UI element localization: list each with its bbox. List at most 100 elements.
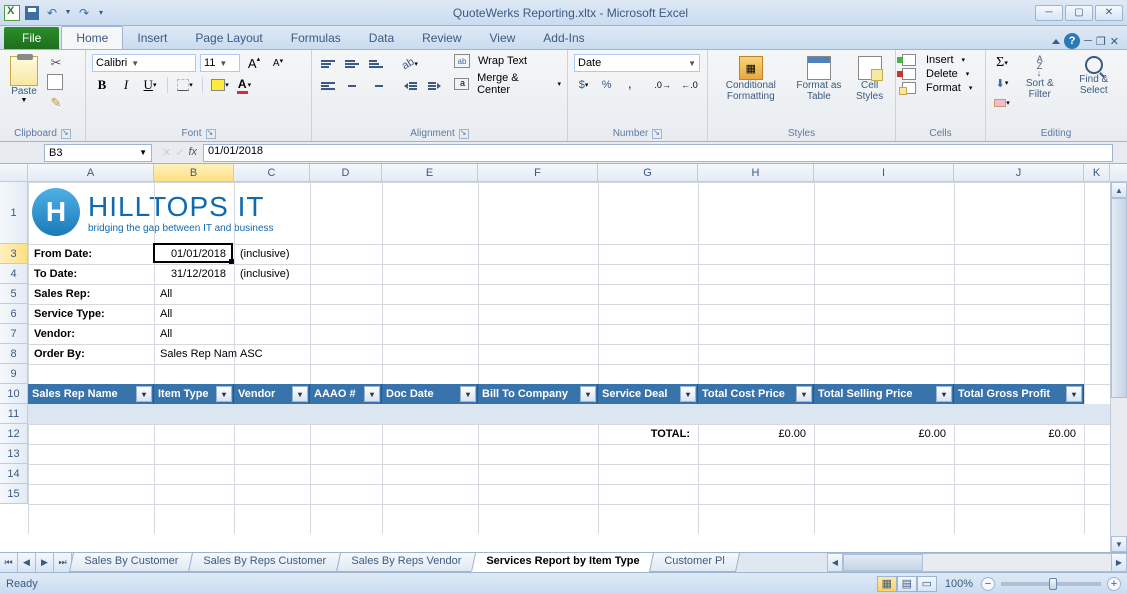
filter-button[interactable] [292, 386, 308, 402]
row-header-6[interactable]: 6 [0, 304, 28, 324]
align-bottom-button[interactable] [366, 55, 386, 73]
increase-font-button[interactable]: A▴ [244, 54, 264, 72]
sheet-first-button[interactable]: ⏮ [0, 553, 18, 572]
fill-color-button[interactable]: ▾ [210, 76, 230, 94]
format-painter-button[interactable]: ✎ [46, 94, 66, 112]
autosum-button[interactable]: Σ▾ [992, 54, 1012, 72]
from-date-note[interactable]: (inclusive) [236, 246, 294, 262]
to-date-note[interactable]: (inclusive) [236, 266, 294, 282]
name-box[interactable]: B3▼ [44, 144, 152, 162]
maximize-button[interactable]: ▢ [1065, 5, 1093, 21]
column-header-A[interactable]: A [28, 164, 154, 181]
workbook-close[interactable]: ✕ [1110, 35, 1119, 48]
decrease-indent-button[interactable] [400, 77, 420, 95]
zoom-out-button[interactable]: − [981, 577, 995, 591]
filter-button[interactable] [136, 386, 152, 402]
border-button[interactable]: ▾ [175, 76, 195, 94]
filter-button[interactable] [680, 386, 696, 402]
sheet-tab-sales-by-reps-customer[interactable]: Sales By Reps Customer [188, 553, 341, 572]
sheet-tab-customer-pl[interactable]: Customer Pl [649, 553, 740, 572]
total-label[interactable]: TOTAL: [600, 426, 694, 442]
number-launcher[interactable] [652, 129, 662, 139]
column-header-I[interactable]: I [814, 164, 954, 181]
cut-button[interactable]: ✂ [46, 54, 66, 72]
increase-indent-button[interactable] [424, 77, 444, 95]
sales-rep-label[interactable]: Sales Rep: [30, 286, 94, 302]
redo-button[interactable]: ↷ [76, 5, 92, 21]
formula-input[interactable]: 01/01/2018 [203, 144, 1113, 162]
filter-button[interactable] [364, 386, 380, 402]
minimize-ribbon-icon[interactable] [1052, 39, 1060, 44]
row-header-13[interactable]: 13 [0, 444, 28, 464]
italic-button[interactable]: I [116, 76, 136, 94]
total-cost[interactable]: £0.00 [700, 426, 810, 442]
fx-button[interactable]: fx [188, 146, 197, 159]
row-header-11[interactable]: 11 [0, 404, 28, 424]
select-all-corner[interactable] [0, 164, 28, 181]
alignment-launcher[interactable] [459, 129, 469, 139]
comma-format-button[interactable]: , [620, 76, 639, 94]
row-header-3[interactable]: 3 [0, 244, 28, 264]
increase-decimal-button[interactable]: .0→ [651, 76, 674, 94]
cells-area[interactable]: H HILLTOPS IT bridging the gap between I… [28, 182, 1127, 534]
insert-cells-button[interactable]: Insert▾ [902, 54, 979, 66]
percent-format-button[interactable]: % [597, 76, 616, 94]
fill-button[interactable]: ⬇▾ [992, 74, 1012, 92]
format-cells-button[interactable]: Format▾ [902, 82, 979, 94]
column-header-C[interactable]: C [234, 164, 310, 181]
filter-button[interactable] [580, 386, 596, 402]
to-date-label[interactable]: To Date: [30, 266, 81, 282]
row-header-8[interactable]: 8 [0, 344, 28, 364]
row-header-7[interactable]: 7 [0, 324, 28, 344]
vendor-label[interactable]: Vendor: [30, 326, 79, 342]
row-header-14[interactable]: 14 [0, 464, 28, 484]
row-header-10[interactable]: 10 [0, 384, 28, 404]
sheet-tab-services-report-by-item-type[interactable]: Services Report by Item Type [471, 553, 654, 572]
clipboard-launcher[interactable] [61, 129, 71, 139]
from-date-label[interactable]: From Date: [30, 246, 96, 262]
filter-button[interactable] [460, 386, 476, 402]
merge-center-button[interactable]: Merge & Center▾ [454, 72, 561, 96]
page-layout-view-button[interactable]: ▤ [897, 576, 917, 592]
clear-button[interactable]: ▾ [992, 94, 1012, 112]
total-gross[interactable]: £0.00 [956, 426, 1080, 442]
minimize-button[interactable]: ─ [1035, 5, 1063, 21]
tab-data[interactable]: Data [355, 27, 408, 49]
undo-dropdown[interactable]: ▼ [64, 5, 72, 21]
tab-view[interactable]: View [476, 27, 530, 49]
total-selling[interactable]: £0.00 [816, 426, 950, 442]
tab-home[interactable]: Home [61, 26, 123, 49]
filter-button[interactable] [1066, 386, 1082, 402]
underline-button[interactable]: U▾ [140, 76, 160, 94]
column-header-K[interactable]: K [1084, 164, 1110, 181]
horizontal-scrollbar[interactable]: ◀▶ [827, 553, 1127, 572]
copy-button[interactable] [46, 74, 66, 92]
sheet-tab-sales-by-customer[interactable]: Sales By Customer [69, 553, 193, 572]
decrease-font-button[interactable]: A▾ [268, 54, 288, 72]
service-type-value[interactable]: All [156, 306, 176, 322]
align-center-button[interactable] [342, 77, 362, 95]
row-header-15[interactable]: 15 [0, 484, 28, 504]
workbook-restore[interactable]: ❐ [1096, 35, 1106, 48]
number-format-combo[interactable]: Date▼ [574, 54, 700, 72]
column-header-H[interactable]: H [698, 164, 814, 181]
undo-button[interactable]: ↶ [44, 5, 60, 21]
page-break-view-button[interactable]: ▭ [917, 576, 937, 592]
row-header-12[interactable]: 12 [0, 424, 28, 444]
row-header-4[interactable]: 4 [0, 264, 28, 284]
vertical-scrollbar[interactable]: ▲ ▼ [1110, 182, 1127, 552]
decrease-decimal-button[interactable]: ←.0 [678, 76, 701, 94]
format-as-table-button[interactable]: Format as Table [792, 54, 847, 104]
accounting-format-button[interactable]: $▾ [574, 76, 593, 94]
order-by-direction[interactable]: ASC [236, 346, 267, 362]
column-header-F[interactable]: F [478, 164, 598, 181]
normal-view-button[interactable]: ▦ [877, 576, 897, 592]
row-header-1[interactable]: 1 [0, 182, 28, 244]
workbook-minimize[interactable]: ─ [1084, 35, 1092, 47]
filter-button[interactable] [216, 386, 232, 402]
save-button[interactable] [24, 5, 40, 21]
wrap-text-button[interactable]: abWrap Text [454, 54, 561, 68]
to-date-value[interactable]: 31/12/2018 [156, 266, 230, 282]
order-by-label[interactable]: Order By: [30, 346, 89, 362]
align-top-button[interactable] [318, 55, 338, 73]
